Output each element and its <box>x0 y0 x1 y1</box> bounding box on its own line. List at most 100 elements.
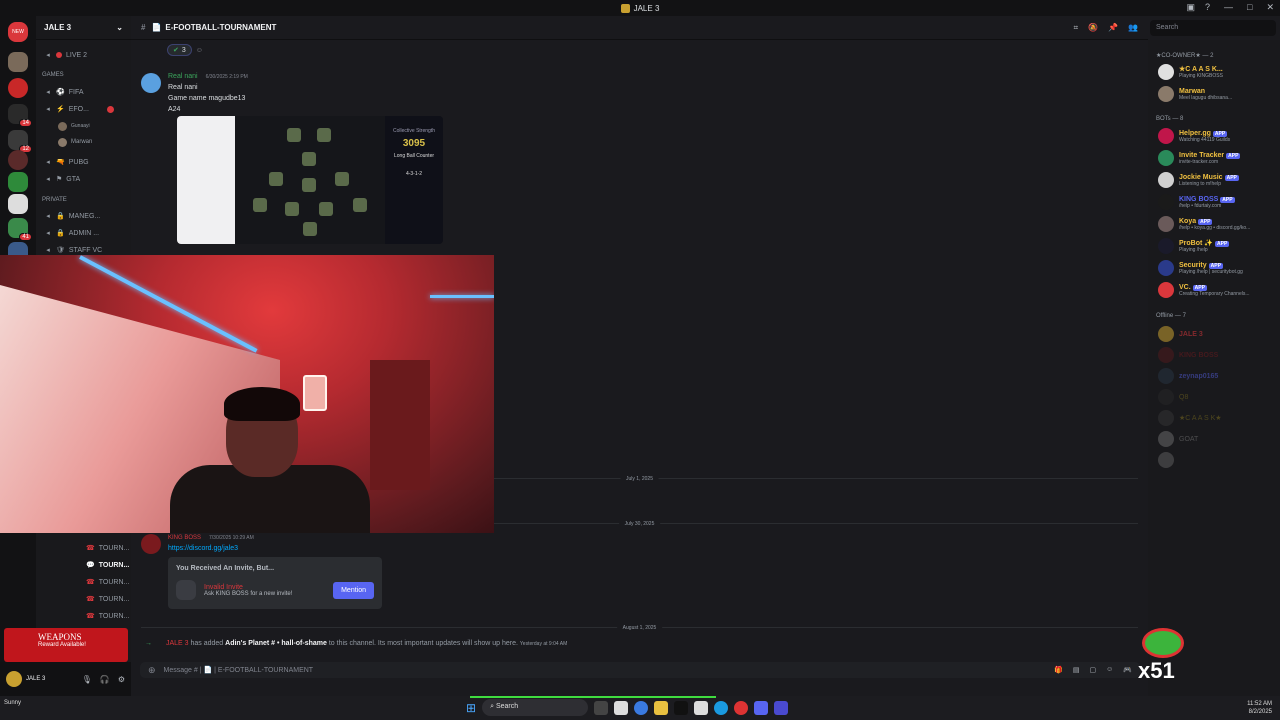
channel-efo[interactable]: ◂ ⚡ EFO... <box>44 103 114 115</box>
system-text: to this channel. Its most important upda… <box>328 640 518 647</box>
weather-widget[interactable]: Sunny <box>4 700 21 706</box>
server-item[interactable] <box>8 150 28 170</box>
tiktok-icon[interactable] <box>674 700 689 715</box>
channel-tourn-1[interactable]: ☎ TOURN... <box>86 542 129 554</box>
member-item[interactable]: KING BOSS APP/help • fdurtaiy.com <box>1158 194 1278 210</box>
server-item[interactable] <box>8 78 28 98</box>
discord-icon[interactable] <box>754 700 769 715</box>
server-item[interactable] <box>8 172 28 192</box>
channel-tourn-3[interactable]: ☎ TOURN... <box>86 576 129 588</box>
system-channel[interactable]: Adin's Planet # • hall-of-shame <box>225 640 327 647</box>
channel-label: TOURN... <box>98 595 130 603</box>
member-item[interactable] <box>1158 452 1278 468</box>
gear-icon[interactable]: ⚙ <box>118 675 125 684</box>
member-item[interactable]: ★C A A S K★ <box>1158 410 1278 426</box>
invite-heading: You Received An Invite, But... <box>176 565 275 572</box>
threads-icon[interactable]: ⌗ <box>1074 23 1079 33</box>
member-item[interactable]: zeynap0165 <box>1158 368 1278 384</box>
discord-alt-icon[interactable] <box>774 700 789 715</box>
channel-maneg[interactable]: ◂ 🔒 MANEG... <box>44 210 100 222</box>
gif-icon[interactable]: ▤ <box>1073 666 1080 674</box>
category-private[interactable]: PRIVATE <box>42 197 67 203</box>
stat-value: 3095 <box>402 138 426 149</box>
channel-live-2[interactable]: ◂ LIVE 2 <box>44 49 87 61</box>
member-item[interactable]: VC. APP Creating Temporary Channels... <box>1158 282 1278 298</box>
task-view-icon[interactable] <box>594 700 609 715</box>
notification-bell-icon[interactable]: 🔕 <box>1088 23 1098 33</box>
invite-subtitle: Ask KING BOSS for a new invite! <box>204 590 293 597</box>
lock-icon: 🔒 <box>56 213 65 220</box>
member-item[interactable]: KING BOSS <box>1158 347 1278 363</box>
channel-tourn-2[interactable]: 💬 TOURN... <box>86 559 129 571</box>
member-item[interactable]: Q8 <box>1158 389 1278 405</box>
folder-icon[interactable] <box>654 700 669 715</box>
server-item[interactable]: 12 <box>8 130 32 153</box>
message-author[interactable]: KING BOSS 7/30/2025 10:29 AM <box>168 535 254 541</box>
members-icon[interactable]: 👥 <box>1128 23 1138 33</box>
server-item[interactable]: 14 <box>8 104 32 127</box>
headphones-icon[interactable]: 🎧 <box>100 675 110 684</box>
invite-link[interactable]: https://discord.gg/jale3 <box>168 545 238 552</box>
server-item[interactable] <box>8 194 28 214</box>
browser-icon[interactable] <box>734 700 749 715</box>
voice-user[interactable]: Marwan <box>58 136 92 148</box>
channel-label: TOURN... <box>98 544 130 552</box>
gift-icon[interactable]: 🎁 <box>1054 666 1063 674</box>
server-item[interactable] <box>8 52 28 72</box>
member-item[interactable]: Koya APP/help • koya.gg • discord.gg/ko..… <box>1158 216 1278 232</box>
member-item[interactable]: GOAT <box>1158 431 1278 447</box>
channel-pubg[interactable]: ◂ 🔫 PUBG <box>44 156 88 168</box>
notes-icon[interactable] <box>694 700 709 715</box>
games-category-label: GAMES <box>42 72 64 78</box>
mention-button[interactable]: Mention <box>333 581 374 599</box>
avatar[interactable] <box>141 534 161 554</box>
emoji-icon[interactable]: ☺ <box>1106 666 1113 674</box>
apps-icon[interactable]: 🎮 <box>1123 666 1132 674</box>
chrome-icon[interactable] <box>634 700 649 715</box>
maximize-button[interactable]: □ <box>1247 2 1252 13</box>
guild-header[interactable]: JALE 3 ⌄ <box>36 16 131 40</box>
pin-icon[interactable]: 📌 <box>1108 23 1118 33</box>
store-icon[interactable] <box>614 700 629 715</box>
channel-admin[interactable]: ◂ 🔒 ADMIN ... <box>44 227 99 239</box>
channel-fifa[interactable]: ◂ ⚽ FIFA <box>44 86 83 98</box>
avatar[interactable] <box>141 73 161 93</box>
inbox-icon[interactable]: ▣ <box>1186 2 1195 13</box>
windows-start-icon[interactable]: ⊞ <box>466 701 476 715</box>
chat-icon: 💬 <box>86 562 95 569</box>
category-games[interactable]: GAMES <box>42 72 64 78</box>
message-author[interactable]: Real nani 6/30/2025 2:19 PM <box>168 73 248 80</box>
member-item[interactable]: JALE 3 <box>1158 326 1278 342</box>
member-item[interactable]: ProBot ✨ APP Playing /help <box>1158 238 1278 254</box>
channel-gta[interactable]: ◂ ⚑ GTA <box>44 173 80 185</box>
help-icon[interactable]: ? <box>1205 2 1210 13</box>
system-tray[interactable]: 11:52 AM 8/2/2025 <box>1247 700 1272 716</box>
message-composer[interactable]: ⊕ Message # | 📄 | E-FOOTBALL-TOURNAMENT … <box>140 662 1140 678</box>
voice-user[interactable]: Gunaayi <box>58 120 90 132</box>
microphone-icon[interactable]: 🎙 <box>82 675 92 684</box>
add-attachment-icon[interactable]: ⊕ <box>148 665 156 676</box>
member-item[interactable]: Marwan Meel lagugu dhibsana... <box>1158 86 1278 102</box>
sticker-icon[interactable]: ▢ <box>1090 666 1097 674</box>
member-item[interactable]: Invite Tracker APP invite-tracker.com <box>1158 150 1278 166</box>
close-button[interactable]: ✕ <box>1266 2 1274 13</box>
edge-icon[interactable] <box>714 700 729 715</box>
taskbar-search[interactable]: ⌕ Search <box>482 699 589 716</box>
member-item[interactable]: Security APP Playing /help | securitybot.g… <box>1158 260 1278 276</box>
room-door <box>370 360 430 490</box>
channel-tourn-4[interactable]: ☎ TOURN... <box>86 593 129 605</box>
minimize-button[interactable]: — <box>1224 2 1233 13</box>
member-item[interactable]: Jockie Music APP Listening to m!help <box>1158 172 1278 188</box>
player-card <box>302 178 316 192</box>
member-item[interactable]: ★C A A S K... Playing KINGBOSS <box>1158 64 1278 80</box>
system-user[interactable]: JALE 3 <box>166 640 189 647</box>
server-item[interactable]: 41 <box>8 218 32 241</box>
reaction-row: ✔ 3 ☺ <box>167 44 203 56</box>
server-new[interactable]: NEW <box>8 22 28 42</box>
attachment-image[interactable]: Collective Strength 3095 Long Ball Count… <box>177 116 443 244</box>
add-reaction-icon[interactable]: ☺ <box>196 47 203 54</box>
member-item[interactable]: Helper.gg APP Watching 44119 Guilds <box>1158 128 1278 144</box>
search-input[interactable]: Search <box>1150 20 1276 36</box>
reaction-pill[interactable]: ✔ 3 <box>167 44 192 56</box>
channel-tourn-5[interactable]: ☎ TOURN... <box>86 610 129 622</box>
